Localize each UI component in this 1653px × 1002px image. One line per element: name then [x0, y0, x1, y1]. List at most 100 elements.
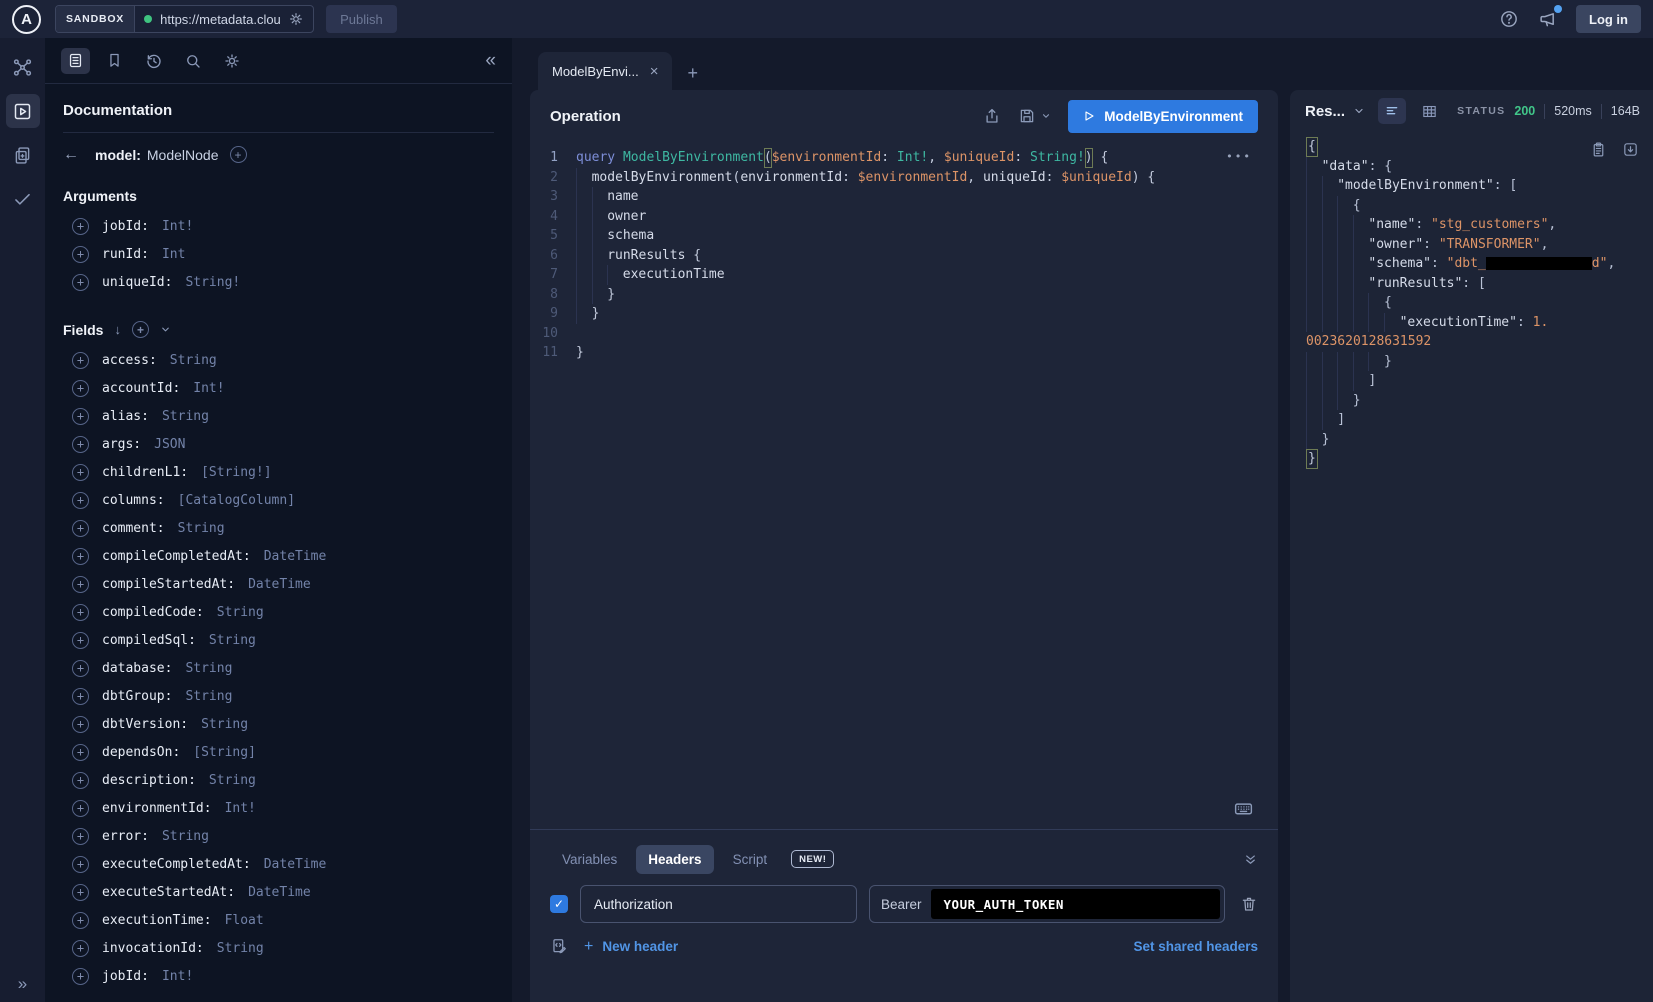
environment-variables-icon[interactable] — [550, 937, 569, 956]
field-row[interactable]: +database:String — [63, 654, 494, 682]
add-field-button[interactable]: + — [72, 940, 89, 957]
add-field-button[interactable]: + — [72, 548, 89, 565]
add-field-button[interactable]: + — [72, 716, 89, 733]
publish-button[interactable]: Publish — [326, 5, 397, 33]
new-tab-icon[interactable]: + — [687, 64, 698, 82]
field-row[interactable]: +alias:String — [63, 402, 494, 430]
auth-token-value[interactable]: YOUR_AUTH_TOKEN — [931, 889, 1220, 919]
field-row[interactable]: +columns:[CatalogColumn] — [63, 486, 494, 514]
download-response-icon[interactable] — [1622, 141, 1639, 158]
code-line[interactable]: 11} — [530, 343, 1278, 363]
field-row[interactable]: +args:JSON — [63, 430, 494, 458]
schema-icon[interactable] — [6, 50, 40, 84]
code-line[interactable]: 9} — [530, 304, 1278, 324]
add-field-button[interactable]: + — [72, 772, 89, 789]
help-icon[interactable] — [1499, 9, 1519, 29]
add-field-button[interactable]: + — [72, 520, 89, 537]
argument-row[interactable]: +runId:Int — [63, 240, 494, 268]
saved-operations-icon[interactable] — [100, 48, 129, 74]
add-field-button[interactable]: + — [72, 912, 89, 929]
explorer-settings-icon[interactable] — [217, 48, 246, 74]
field-row[interactable]: +executeStartedAt:DateTime — [63, 878, 494, 906]
field-row[interactable]: +executionTime:Float — [63, 906, 494, 934]
add-field-button[interactable]: + — [72, 576, 89, 593]
header-enabled-checkbox[interactable]: ✓ — [550, 895, 568, 913]
code-line[interactable]: 3name — [530, 187, 1278, 207]
add-type-button[interactable]: + — [230, 146, 247, 163]
field-row[interactable]: +comment:String — [63, 514, 494, 542]
operation-tab[interactable]: ModelByEnvi... × — [538, 52, 672, 90]
field-row[interactable]: +compiledCode:String — [63, 598, 494, 626]
field-row[interactable]: +description:String — [63, 766, 494, 794]
add-field-button[interactable]: + — [72, 856, 89, 873]
explorer-icon[interactable] — [6, 94, 40, 128]
field-row[interactable]: +dbtVersion:String — [63, 710, 494, 738]
field-row[interactable]: +access:String — [63, 346, 494, 374]
formatted-view-icon[interactable] — [1378, 98, 1406, 124]
add-field-button[interactable]: + — [72, 464, 89, 481]
add-field-button[interactable]: + — [72, 436, 89, 453]
field-row[interactable]: +executeCompletedAt:DateTime — [63, 850, 494, 878]
code-line[interactable]: 7executionTime — [530, 265, 1278, 285]
field-row[interactable]: +invocationId:String — [63, 934, 494, 962]
tab-headers[interactable]: Headers — [636, 845, 713, 874]
checks-icon[interactable] — [6, 182, 40, 216]
operation-options-icon[interactable]: ••• — [1226, 150, 1252, 163]
announcements-icon[interactable] — [1537, 9, 1558, 30]
argument-row[interactable]: +uniqueId:String! — [63, 268, 494, 296]
new-header-button[interactable]: + New header — [584, 938, 678, 956]
collapse-docs-icon[interactable]: « — [485, 51, 496, 70]
code-line[interactable]: 6runResults { — [530, 246, 1278, 266]
field-row[interactable]: +compileStartedAt:DateTime — [63, 570, 494, 598]
add-field-button[interactable]: + — [72, 884, 89, 901]
field-row[interactable]: +dbtGroup:String — [63, 682, 494, 710]
add-all-fields-button[interactable]: + — [132, 321, 149, 338]
save-operation-group[interactable] — [1018, 107, 1051, 125]
code-line[interactable]: 5schema — [530, 226, 1278, 246]
endpoint-url-field[interactable]: https://metadata.cloud.get — [135, 6, 313, 32]
add-field-button[interactable]: + — [72, 274, 89, 291]
add-field-button[interactable]: + — [72, 744, 89, 761]
delete-header-icon[interactable] — [1240, 895, 1258, 913]
collapse-panel-icon[interactable] — [1243, 852, 1258, 867]
sort-fields-icon[interactable]: ↓ — [114, 322, 121, 337]
field-row[interactable]: +compiledSql:String — [63, 626, 494, 654]
table-view-icon[interactable] — [1415, 98, 1443, 124]
search-icon[interactable] — [178, 48, 207, 74]
code-line[interactable]: 10 — [530, 324, 1278, 344]
history-icon[interactable] — [139, 48, 168, 74]
share-operation-icon[interactable] — [983, 107, 1001, 125]
response-dropdown-chevron-icon[interactable] — [1353, 105, 1365, 117]
header-name-input[interactable] — [580, 885, 857, 923]
field-row[interactable]: +jobId:Int! — [63, 962, 494, 990]
add-field-button[interactable]: + — [72, 968, 89, 985]
keyboard-shortcuts-icon[interactable] — [1233, 798, 1254, 819]
save-dropdown-chevron-icon[interactable] — [1041, 111, 1051, 121]
code-line[interactable]: 4owner — [530, 207, 1278, 227]
back-arrow-icon[interactable]: ← — [63, 147, 79, 163]
endpoint-url[interactable]: https://metadata.cloud.get — [160, 12, 280, 27]
tab-variables[interactable]: Variables — [550, 845, 629, 874]
add-field-button[interactable]: + — [72, 800, 89, 817]
argument-row[interactable]: +jobId:Int! — [63, 212, 494, 240]
add-field-button[interactable]: + — [72, 380, 89, 397]
close-tab-icon[interactable]: × — [650, 64, 659, 79]
header-value-field[interactable]: Bearer YOUR_AUTH_TOKEN — [869, 885, 1225, 923]
add-field-button[interactable]: + — [72, 408, 89, 425]
add-field-button[interactable]: + — [72, 660, 89, 677]
operation-editor[interactable]: 1query ModelByEnvironment($environmentId… — [530, 142, 1278, 829]
add-field-button[interactable]: + — [72, 352, 89, 369]
add-field-button[interactable]: + — [72, 604, 89, 621]
field-row[interactable]: +compileCompletedAt:DateTime — [63, 542, 494, 570]
add-field-button[interactable]: + — [72, 492, 89, 509]
field-row[interactable]: +error:String — [63, 822, 494, 850]
tab-script[interactable]: Script — [721, 845, 780, 874]
code-line[interactable]: 1query ModelByEnvironment($environmentId… — [530, 148, 1278, 168]
expand-rail-icon[interactable]: » — [0, 974, 45, 994]
copy-response-icon[interactable] — [1590, 141, 1607, 158]
save-icon[interactable] — [1018, 107, 1036, 125]
code-line[interactable]: 2modelByEnvironment(environmentId: $envi… — [530, 168, 1278, 188]
code-line[interactable]: 8} — [530, 285, 1278, 305]
add-field-button[interactable]: + — [72, 828, 89, 845]
add-field-button[interactable]: + — [72, 218, 89, 235]
